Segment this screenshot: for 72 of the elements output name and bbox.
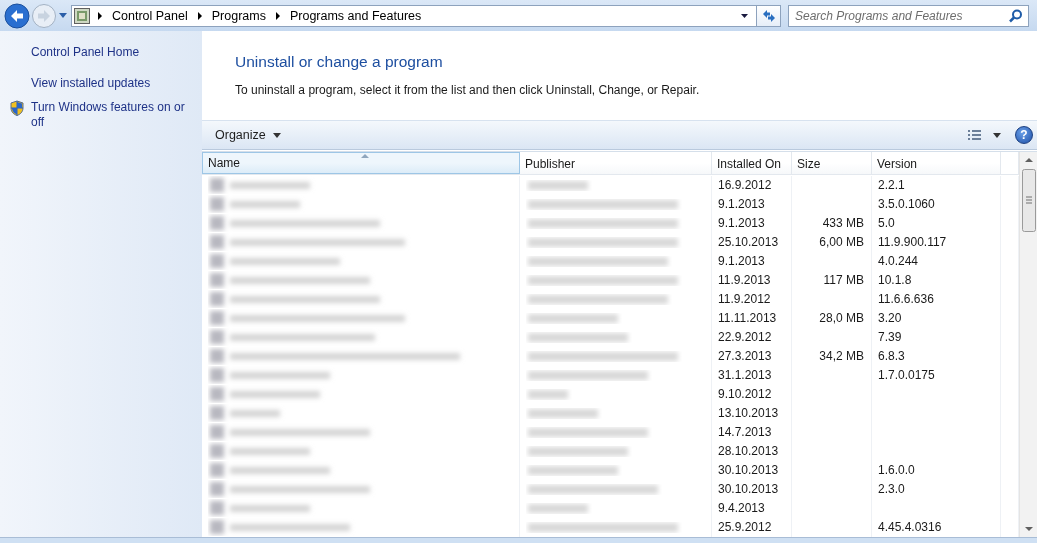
table-cell: 5.0 [878, 216, 895, 230]
sidebar-link[interactable]: Turn Windows features on or off [31, 100, 190, 130]
scroll-down-icon[interactable] [1024, 527, 1033, 531]
table-cell: 11.6.6.636 [878, 292, 934, 306]
table-cell: 25.9.2012 [718, 520, 772, 534]
table-cell: 6.8.3 [878, 349, 905, 363]
page-title: Uninstall or change a program [235, 52, 444, 72]
search-icon[interactable] [1009, 8, 1023, 23]
table-cell: 7.39 [878, 330, 902, 344]
column-header[interactable]: Publisher [520, 152, 712, 174]
scroll-thumb[interactable] [1021, 169, 1036, 232]
table-cell: 11.11.2013 [718, 311, 777, 325]
column-header[interactable]: Version [872, 152, 1001, 174]
table-cell: 16.9.2012 [718, 178, 772, 192]
caret-icon [272, 132, 281, 138]
breadcrumb[interactable]: Control Panel [110, 8, 190, 23]
table-cell: 9.10.2012 [718, 387, 772, 401]
chevron-icon[interactable] [98, 11, 102, 20]
table-cell: 3.5.0.1060 [878, 197, 935, 211]
breadcrumb[interactable]: Programs and Features [287, 8, 424, 23]
table-cell: 1.7.0.0175 [878, 368, 935, 382]
table-cell: 31.1.2013 [718, 368, 772, 382]
table-cell: 3.20 [878, 311, 902, 325]
details-view-icon[interactable] [968, 129, 981, 141]
refresh-button[interactable] [757, 4, 781, 27]
sidebar-link[interactable]: View installed updates [31, 76, 151, 91]
table-cell: 34,2 MB [819, 349, 864, 363]
table-cell: 22.9.2012 [718, 330, 772, 344]
table-cell: 9.4.2013 [718, 501, 765, 515]
table-cell: 4.45.4.0316 [878, 520, 942, 534]
table-cell: 30.10.2013 [718, 482, 779, 496]
column-header[interactable]: Size [792, 152, 872, 174]
table-cell: 25.10.2013 [718, 235, 779, 249]
chevron-icon[interactable] [275, 11, 280, 20]
table-cell: 27.3.2013 [718, 349, 772, 363]
table-cell: 9.1.2013 [718, 254, 765, 268]
recent-pages-caret-icon[interactable] [59, 13, 67, 18]
breadcrumb[interactable]: Programs [209, 8, 268, 23]
table-cell: 9.1.2013 [718, 216, 765, 230]
table-cell: 28,0 MB [819, 311, 864, 325]
organize-button[interactable]: Organize [208, 125, 288, 145]
address-field[interactable]: Control Panel Programs Programs and Features [71, 4, 757, 27]
view-caret-icon[interactable] [993, 132, 1001, 138]
column-header[interactable]: Installed On [712, 152, 792, 174]
search-field[interactable]: Search Programs and Features [788, 4, 1029, 27]
control-panel-icon [74, 7, 90, 24]
table-cell: 28.10.2013 [718, 444, 779, 458]
table-cell: 1.6.0.0 [878, 463, 915, 477]
table-cell: 4.0.244 [878, 254, 919, 268]
column-header[interactable]: Name [202, 152, 520, 174]
table-cell: 30.10.2013 [718, 463, 779, 477]
table-cell: 11.9.2013 [718, 273, 771, 287]
table-cell: 11.9.2012 [718, 292, 771, 306]
chevron-icon[interactable] [197, 11, 202, 20]
sort-arrow-icon [361, 154, 369, 158]
table-cell: 10.1.8 [878, 273, 912, 287]
table-cell: 433 MB [822, 216, 864, 230]
table-cell: 2.3.0 [878, 482, 905, 496]
instructions-text: To uninstall a program, select it from the list and then click Uninstall, Change, or Repair. [235, 83, 701, 97]
table-cell: 117 MB [823, 273, 864, 287]
back-button[interactable] [4, 2, 30, 29]
shield-icon [9, 100, 25, 116]
scroll-up-icon[interactable] [1024, 158, 1033, 162]
scrollbar[interactable] [1019, 152, 1037, 537]
table-cell: 6,00 MB [819, 235, 864, 249]
table-cell: 13.10.2013 [718, 406, 779, 420]
sidebar-link[interactable]: Control Panel Home [31, 45, 140, 60]
table-cell: 14.7.2013 [718, 425, 772, 439]
table-cell: 9.1.2013 [718, 197, 765, 211]
table-cell: 2.2.1 [878, 178, 905, 192]
table-cell: 11.9.900.117 [878, 235, 947, 249]
history-caret-icon[interactable] [741, 13, 748, 18]
